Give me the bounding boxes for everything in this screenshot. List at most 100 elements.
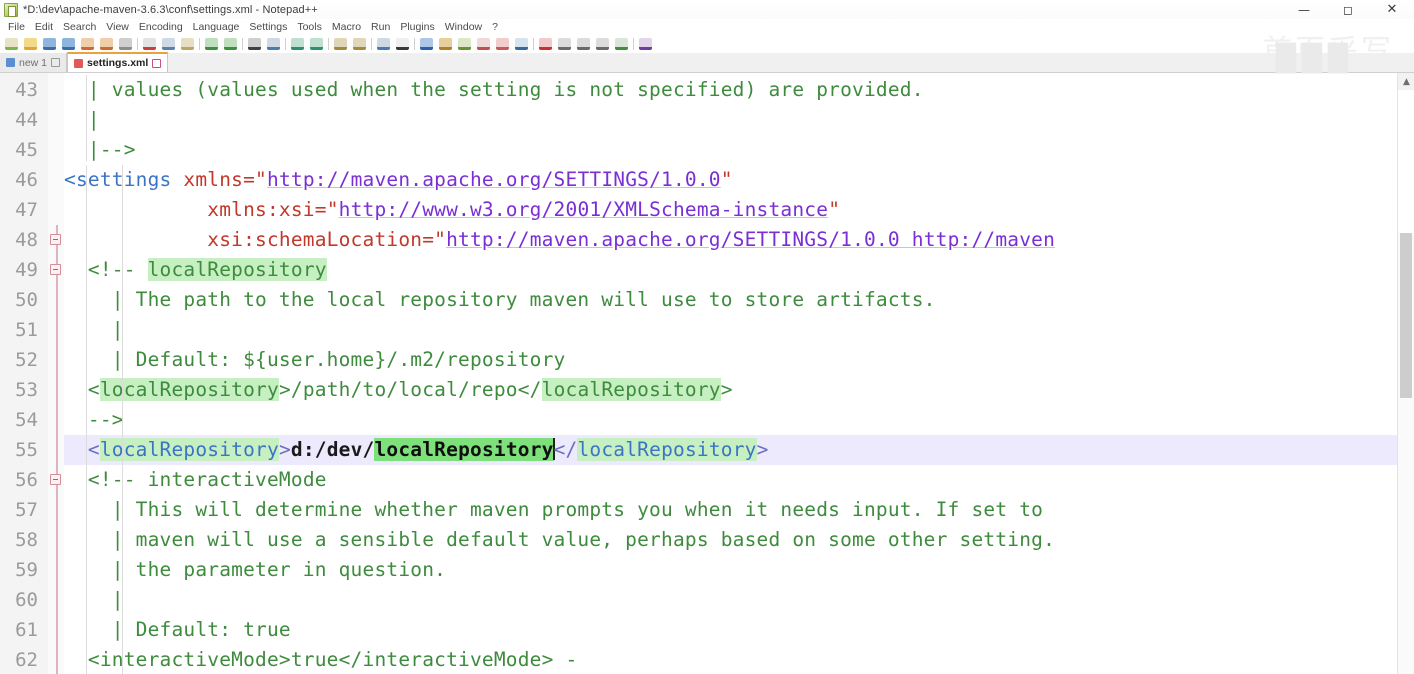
sync-v-scroll-icon[interactable] bbox=[332, 36, 349, 52]
code-line-61[interactable]: | Default: true bbox=[64, 615, 1414, 645]
sync-h-scroll-icon[interactable] bbox=[351, 36, 368, 52]
close-button[interactable]: ✕ bbox=[1370, 0, 1414, 19]
menu-item-tools[interactable]: Tools bbox=[292, 21, 327, 33]
play-macro-icon[interactable] bbox=[575, 36, 592, 52]
code-line-44[interactable]: | bbox=[64, 105, 1414, 135]
indent-guide-2 bbox=[122, 165, 123, 674]
zoom-out-icon[interactable] bbox=[308, 36, 325, 52]
fold-toggle-line-48[interactable] bbox=[50, 234, 61, 245]
code-segment: localRepository bbox=[374, 438, 554, 461]
code-line-47[interactable]: xmlns:xsi="http://www.w3.org/2001/XMLSch… bbox=[64, 195, 1414, 225]
line-number: 60 bbox=[15, 589, 38, 611]
fold-margin[interactable] bbox=[48, 73, 64, 674]
menu-item-search[interactable]: Search bbox=[58, 21, 101, 33]
scrollbar-thumb[interactable] bbox=[1400, 233, 1412, 398]
stop-macro-icon[interactable] bbox=[556, 36, 573, 52]
doc-map-icon[interactable] bbox=[456, 36, 473, 52]
tab-new-1[interactable]: new 1 bbox=[0, 53, 68, 72]
code-line-45[interactable]: |--> bbox=[64, 135, 1414, 165]
close-all-icon[interactable] bbox=[98, 36, 115, 52]
cut-icon[interactable] bbox=[141, 36, 158, 52]
user-language-icon[interactable] bbox=[437, 36, 454, 52]
separator-7 bbox=[412, 37, 417, 51]
menu-item-run[interactable]: Run bbox=[366, 21, 395, 33]
code-segment: xmlns= bbox=[183, 168, 256, 191]
menu-item-window[interactable]: Window bbox=[440, 21, 487, 33]
record-macro-icon[interactable] bbox=[537, 36, 554, 52]
scrollbar-track[interactable] bbox=[1398, 90, 1414, 233]
menu-item--[interactable]: ? bbox=[487, 21, 503, 33]
run-icon[interactable] bbox=[637, 36, 654, 52]
menu-item-view[interactable]: View bbox=[101, 21, 134, 33]
paste-icon[interactable] bbox=[179, 36, 196, 52]
code-segment: | maven will use a sensible default valu… bbox=[64, 528, 1056, 551]
tab-close-icon[interactable] bbox=[51, 58, 61, 67]
code-line-59[interactable]: | the parameter in question. bbox=[64, 555, 1414, 585]
fold-toggle-line-49[interactable] bbox=[50, 264, 61, 275]
function-list-icon[interactable] bbox=[475, 36, 492, 52]
code-segment: > bbox=[756, 438, 769, 461]
new-file-icon[interactable] bbox=[3, 36, 20, 52]
code-line-49[interactable]: <!-- localRepository bbox=[64, 255, 1414, 285]
code-segment: > bbox=[720, 378, 733, 401]
code-segment: localRepository bbox=[99, 378, 279, 401]
code-line-52[interactable]: | Default: ${user.home}/.m2/repository bbox=[64, 345, 1414, 375]
code-canvas[interactable]: | values (values used when the setting i… bbox=[64, 73, 1414, 674]
code-segment: localRepository bbox=[99, 438, 279, 461]
save-all-icon[interactable] bbox=[60, 36, 77, 52]
menu-item-language[interactable]: Language bbox=[188, 21, 245, 33]
menu-item-file[interactable]: File bbox=[3, 21, 30, 33]
code-line-50[interactable]: | The path to the local repository maven… bbox=[64, 285, 1414, 315]
maximize-button[interactable]: ◻ bbox=[1326, 0, 1370, 19]
open-file-icon[interactable] bbox=[22, 36, 39, 52]
word-wrap-icon[interactable] bbox=[375, 36, 392, 52]
code-line-57[interactable]: | This will determine whether maven prom… bbox=[64, 495, 1414, 525]
code-segment: | bbox=[64, 318, 124, 341]
code-line-54[interactable]: --> bbox=[64, 405, 1414, 435]
fold-toggle-line-56[interactable] bbox=[50, 474, 61, 485]
play-multi-icon[interactable] bbox=[594, 36, 611, 52]
code-line-53[interactable]: <localRepository>/path/to/local/repo</lo… bbox=[64, 375, 1414, 405]
tab-label: settings.xml bbox=[87, 57, 149, 69]
code-line-55[interactable]: <localRepository>d:/dev/localRepository<… bbox=[64, 435, 1414, 465]
show-all-chars-icon[interactable] bbox=[394, 36, 411, 52]
code-line-51[interactable]: | bbox=[64, 315, 1414, 345]
code-line-56[interactable]: <!-- interactiveMode bbox=[64, 465, 1414, 495]
menu-item-settings[interactable]: Settings bbox=[244, 21, 292, 33]
menu-item-encoding[interactable]: Encoding bbox=[134, 21, 188, 33]
line-number: 44 bbox=[15, 109, 38, 131]
zoom-in-icon[interactable] bbox=[289, 36, 306, 52]
menu-item-macro[interactable]: Macro bbox=[327, 21, 366, 33]
folder-workspace-icon[interactable] bbox=[494, 36, 511, 52]
save-macro-icon[interactable] bbox=[613, 36, 630, 52]
code-line-43[interactable]: | values (values used when the setting i… bbox=[64, 75, 1414, 105]
menu-item-edit[interactable]: Edit bbox=[30, 21, 58, 33]
vertical-scrollbar[interactable]: ▲ bbox=[1397, 73, 1414, 674]
code-line-58[interactable]: | maven will use a sensible default valu… bbox=[64, 525, 1414, 555]
close-file-icon[interactable] bbox=[79, 36, 96, 52]
print-icon[interactable] bbox=[117, 36, 134, 52]
indent-guide-0 bbox=[86, 75, 87, 161]
tab-settings-xml[interactable]: settings.xml bbox=[67, 52, 169, 72]
replace-icon[interactable] bbox=[265, 36, 282, 52]
menu-item-plugins[interactable]: Plugins bbox=[395, 21, 439, 33]
redo-icon[interactable] bbox=[222, 36, 239, 52]
scroll-up-arrow[interactable]: ▲ bbox=[1398, 73, 1414, 90]
code-line-62[interactable]: <interactiveMode>true</interactiveMode> … bbox=[64, 645, 1414, 674]
line-number: 61 bbox=[15, 619, 38, 641]
find-icon[interactable] bbox=[246, 36, 263, 52]
separator-1 bbox=[135, 37, 140, 51]
copy-icon[interactable] bbox=[160, 36, 177, 52]
save-icon[interactable] bbox=[41, 36, 58, 52]
code-line-48[interactable]: xsi:schemaLocation="http://maven.apache.… bbox=[64, 225, 1414, 255]
monitoring-icon[interactable] bbox=[513, 36, 530, 52]
line-number: 57 bbox=[15, 499, 38, 521]
undo-icon[interactable] bbox=[203, 36, 220, 52]
code-line-46[interactable]: <settings xmlns="http://maven.apache.org… bbox=[64, 165, 1414, 195]
tab-close-icon[interactable] bbox=[152, 58, 162, 68]
code-line-60[interactable]: | bbox=[64, 585, 1414, 615]
minimize-button[interactable]: — bbox=[1282, 0, 1326, 19]
indent-guide-icon[interactable] bbox=[418, 36, 435, 52]
editor-area[interactable]: 43 44 45 46 47 48 49 50 51 52 53 54 55 56 57 58 59 60 61 62… bbox=[0, 73, 1414, 674]
code-segment: localRepository bbox=[541, 378, 721, 401]
